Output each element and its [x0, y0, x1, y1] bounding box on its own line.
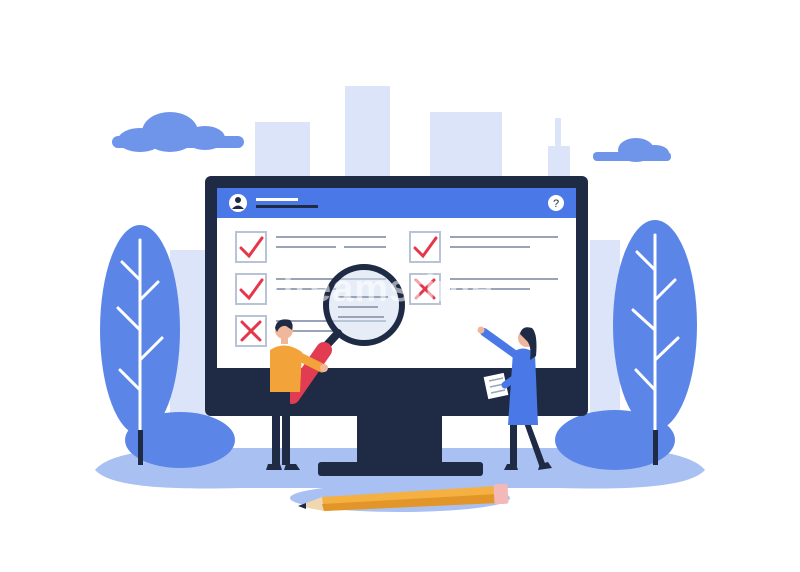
- screen-header: [217, 188, 576, 218]
- help-icon[interactable]: ?: [548, 195, 564, 211]
- cloud-left: [112, 112, 244, 152]
- cloud-right: [593, 138, 671, 162]
- illustration: ?: [95, 86, 705, 512]
- svg-text:?: ?: [553, 198, 559, 210]
- user-avatar-icon[interactable]: [229, 194, 247, 212]
- header-sub-line: [256, 205, 318, 208]
- header-name-line: [256, 198, 298, 201]
